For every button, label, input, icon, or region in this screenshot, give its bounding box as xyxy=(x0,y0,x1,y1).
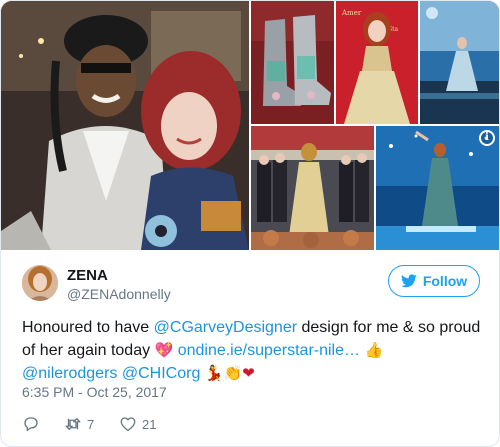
red-heart-emoji: ❤ xyxy=(242,364,255,382)
like-button[interactable]: 21 xyxy=(119,414,156,434)
twitter-bird-icon xyxy=(400,274,417,288)
follow-button[interactable]: Follow xyxy=(388,265,480,297)
heart-icon xyxy=(120,417,136,432)
retweet-count: 7 xyxy=(87,416,95,432)
author-display-name[interactable]: ZENA xyxy=(67,267,108,284)
dancer-emoji: 💃 xyxy=(204,364,224,382)
reply-button[interactable] xyxy=(22,414,40,434)
reply-icon xyxy=(24,417,38,432)
mention-cgarveydesigner[interactable]: @CGarveyDesigner xyxy=(154,319,297,336)
photo-stage-green-dress[interactable]: i xyxy=(376,126,499,250)
retweet-icon xyxy=(65,418,81,430)
svg-text:Amer: Amer xyxy=(341,9,362,17)
tweet-header: ZENA @ZENAdonnelly Follow xyxy=(22,265,482,305)
photo-with-nile-rodgers[interactable] xyxy=(1,1,249,250)
mention-chicorg[interactable]: @CHIСorg xyxy=(122,365,200,382)
photo-grid: Amer Sta i xyxy=(1,1,499,250)
tweet-text: Honoured to have @CGarveyDesigner design… xyxy=(22,317,484,385)
sparkling-heart-emoji: 💖 xyxy=(154,341,174,359)
clapping-emoji: 👏 xyxy=(223,364,243,382)
photo-boots[interactable] xyxy=(251,1,334,124)
retweet-button[interactable]: 7 xyxy=(64,414,94,434)
tweet-actions: 7 21 xyxy=(22,414,222,434)
tweet-timestamp[interactable]: 6:35 PM - Oct 25, 2017 xyxy=(22,384,167,400)
avatar[interactable] xyxy=(22,265,58,301)
photo-stage-performance[interactable] xyxy=(420,1,499,124)
info-icon[interactable]: i xyxy=(479,130,495,146)
link-ondine[interactable]: ondine.ie/superstar-nile… xyxy=(178,342,360,359)
thumbs-up-emoji: 👍 xyxy=(364,341,384,359)
tweet-card: Amer Sta i ZENA @ZENAdonnelly Follow Hon… xyxy=(0,0,500,447)
like-count: 21 xyxy=(142,416,157,432)
photo-gold-gown[interactable]: Amer Sta xyxy=(336,1,418,124)
photo-choir-performance[interactable] xyxy=(251,126,374,250)
text-segment: Honoured to have xyxy=(22,319,154,336)
author-handle[interactable]: @ZENAdonnelly xyxy=(67,286,171,302)
follow-label: Follow xyxy=(422,273,468,289)
mention-nilerodgers[interactable]: @nilerodgers xyxy=(22,365,117,382)
